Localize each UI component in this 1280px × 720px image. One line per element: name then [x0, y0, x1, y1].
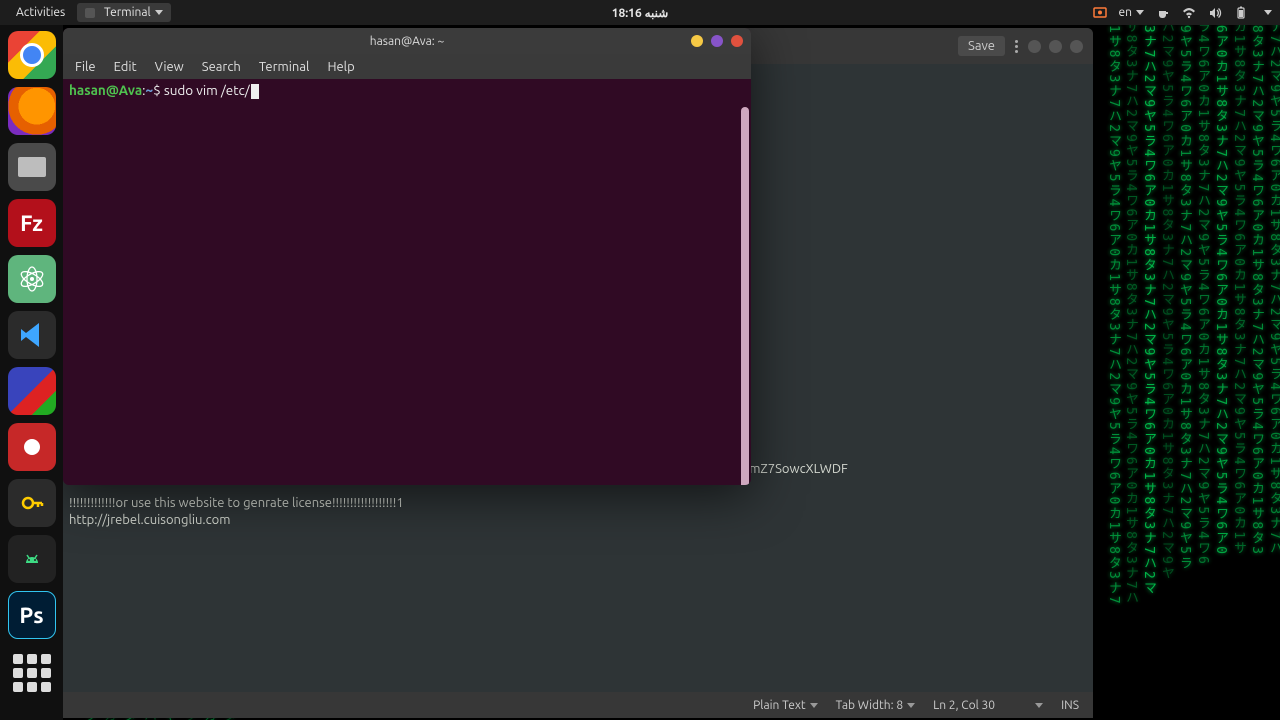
terminal-scrollbar[interactable] [741, 107, 749, 485]
terminal-cursor [251, 84, 259, 99]
dock-app-cmake[interactable] [8, 367, 56, 415]
dock-app-androidstudio[interactable] [8, 535, 56, 583]
terminal-prompt-user: hasan@Ava [69, 82, 142, 98]
app-menu[interactable]: Terminal [77, 3, 170, 22]
gedit-cursor-position[interactable]: Ln 2, Col 30 [933, 699, 1043, 712]
dock-show-applications[interactable] [10, 651, 54, 695]
battery-icon[interactable] [1234, 6, 1248, 20]
terminal-menu-help[interactable]: Help [319, 57, 362, 77]
clock[interactable]: شنبه 18:16 [612, 6, 669, 20]
terminal-close-button[interactable] [731, 35, 743, 47]
dock-app-screenrecorder[interactable] [8, 423, 56, 471]
terminal-window: hasan@Ava: ~ FileEditViewSearchTerminalH… [63, 28, 751, 485]
caffeine-indicator-icon[interactable] [1156, 6, 1170, 20]
terminal-titlebar[interactable]: hasan@Ava: ~ [63, 28, 751, 54]
gedit-status-bar: Plain Text Tab Width: 8 Ln 2, Col 30 INS [63, 692, 1093, 718]
terminal-minimize-button[interactable] [691, 35, 703, 47]
terminal-menu-search[interactable]: Search [194, 57, 249, 77]
gedit-hamburger-menu[interactable] [1015, 40, 1018, 53]
gedit-close-button[interactable] [1070, 40, 1083, 53]
gedit-max-button[interactable] [1049, 40, 1062, 53]
gedit-tabwidth-selector[interactable]: Tab Width: 8 [836, 699, 915, 712]
dock-app-firefox[interactable] [8, 87, 56, 135]
dock-app-filezilla[interactable]: Fz [8, 199, 56, 247]
terminal-menu-terminal[interactable]: Terminal [251, 57, 318, 77]
terminal-icon [85, 8, 95, 18]
terminal-menubar: FileEditViewSearchTerminalHelp [63, 54, 751, 79]
dock-app-files[interactable] [8, 143, 56, 191]
screencast-indicator-icon[interactable] [1093, 6, 1107, 20]
keyboard-layout-indicator[interactable]: en [1119, 6, 1144, 19]
gedit-min-button[interactable] [1028, 40, 1041, 53]
volume-icon[interactable] [1208, 6, 1222, 20]
dock-app-passwords[interactable] [8, 479, 56, 527]
system-menu-chevron[interactable] [1264, 10, 1272, 15]
gedit-save-button[interactable]: Save [958, 36, 1005, 56]
dock-app-vscode[interactable] [8, 311, 56, 359]
network-wifi-icon[interactable] [1182, 6, 1196, 20]
gedit-syntax-selector[interactable]: Plain Text [753, 699, 818, 712]
terminal-menu-file[interactable]: File [67, 57, 104, 77]
dock-app-chrome[interactable] [8, 31, 56, 79]
terminal-menu-edit[interactable]: Edit [106, 57, 145, 77]
terminal-menu-view[interactable]: View [147, 57, 192, 77]
gnome-dock: Fz Ps [0, 25, 63, 720]
terminal-prompt-path: ~ [146, 82, 154, 98]
terminal-window-controls [691, 35, 743, 47]
gnome-top-panel: Activities Terminal شنبه 18:16 en [0, 0, 1280, 25]
terminal-maximize-button[interactable] [711, 35, 723, 47]
dock-app-atom[interactable] [8, 255, 56, 303]
terminal-body[interactable]: hasan@Ava:~$ sudo vim /etc/ [63, 79, 751, 103]
dock-app-photoshop[interactable]: Ps [8, 591, 56, 639]
terminal-command: sudo vim /etc/ [161, 82, 250, 98]
terminal-title: hasan@Ava: ~ [370, 35, 445, 48]
gedit-window-controls [1028, 40, 1083, 53]
gedit-insert-mode[interactable]: INS [1061, 699, 1079, 712]
activities-button[interactable]: Activities [8, 3, 73, 22]
